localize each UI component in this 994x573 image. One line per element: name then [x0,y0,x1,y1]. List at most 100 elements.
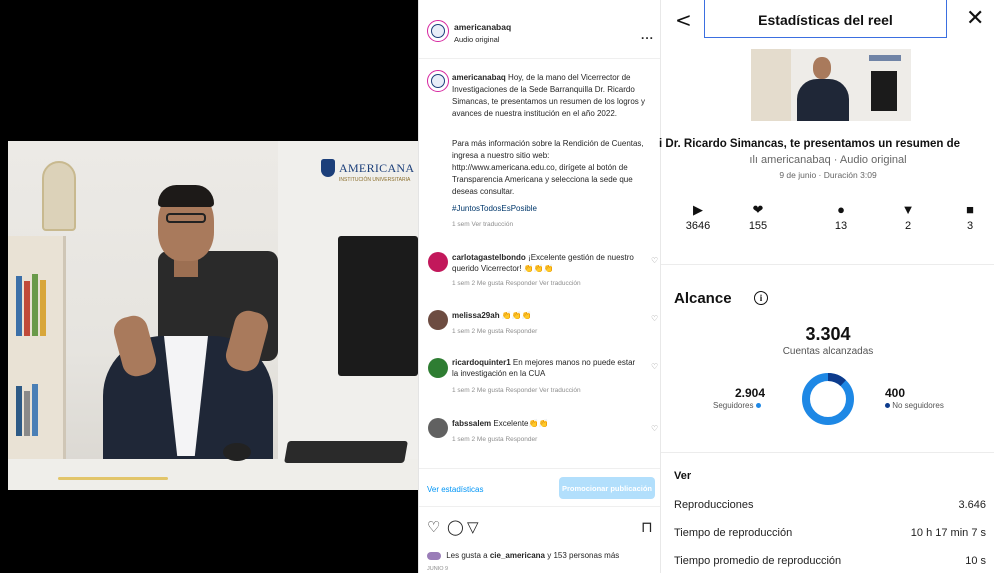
comment-icon: ● [837,202,845,217]
thumb-body [797,79,849,121]
caption-more-info: Para más información sobre la Rendición … [452,139,644,196]
comment-like-icon[interactable]: ♡ [651,256,658,265]
video-person-hair [158,185,214,207]
divider [419,506,661,507]
post-caption: americanabaq Hoy, de la mano del Vicerre… [452,72,652,120]
comment-avatar[interactable] [428,252,448,272]
reel-thumbnail[interactable] [751,49,911,121]
comment-avatar[interactable] [428,358,448,378]
stats-title: Estadísticas del reel [758,12,893,28]
divider [661,264,994,265]
book [16,276,22,336]
likes-avatars [427,551,441,560]
post-username[interactable]: americanabaq [454,22,511,32]
video-bookshelf [8,236,66,476]
brand-subtitle: INSTITUCIÓN UNIVERSITARIA [339,177,411,183]
book [24,391,30,436]
post-audio[interactable]: Audio original [454,35,499,44]
divider [419,58,661,59]
thumb-head [813,57,831,79]
metric-comments: ● 13 [811,202,871,232]
post-avatar[interactable] [427,20,449,42]
reel-stats-panel: < Estadísticas del reel ✕ i Dr. Ricardo … [659,0,994,573]
likes-suffix[interactable]: y 153 personas más [547,551,619,560]
reach-donut-chart [802,373,854,425]
comment-username[interactable]: fabssalem [452,419,491,428]
comment-icon[interactable]: ◯ [447,518,464,536]
followers-dot [755,403,761,409]
non-followers-count: 400 [885,386,906,400]
heart-icon[interactable]: ♡ [427,518,440,536]
likes-prefix: Les gusta a [446,551,488,560]
views-section-title: Ver [674,470,692,482]
metric-value: 155 [748,220,768,232]
comment-meta[interactable]: 1 sem 2 Me gusta Responder Ver traducció… [452,387,581,394]
shield-icon [321,159,335,177]
logo-icon [431,24,445,38]
metric-plays: ▶ 3646 [668,202,728,232]
video-mouse [223,443,251,461]
comment-item: carlotagastelbondo ¡Excelente gestión de… [452,252,642,274]
reel-caption: i Dr. Ricardo Simancas, te presentamos u… [659,138,961,150]
promote-post-button[interactable]: Promocionar publicación [559,477,655,499]
caption-avatar[interactable] [427,70,449,92]
video-person-glasses [166,213,206,223]
comment-item: melissa29ah 👏👏👏 [452,310,642,321]
divider [661,452,994,453]
video-desk-accent [58,477,168,480]
screenshot-root: AMERICANA INSTITUCIÓN UNIVERSITARIA amer… [0,0,994,573]
more-options-icon[interactable]: ... [641,28,654,42]
comment-meta[interactable]: 1 sem 2 Me gusta Responder Ver traducció… [452,280,581,287]
video-keyboard [284,441,408,463]
post-date: JUNIO 9 [427,566,449,572]
non-followers-legend: No seguidores [885,401,944,410]
video-brand-logo: AMERICANA [321,159,414,177]
view-stats-link[interactable]: Ver estadísticas [427,485,483,494]
instagram-post-panel: americanabaq Audio original ... american… [418,0,661,573]
video-frame[interactable]: AMERICANA INSTITUCIÓN UNIVERSITARIA [8,141,418,490]
comment-username[interactable]: ricardoquinter1 [452,358,511,367]
reach-total-label: Cuentas alcanzadas [782,346,874,357]
comment-like-icon[interactable]: ♡ [651,314,658,323]
close-icon[interactable]: ✕ [966,6,984,31]
comment-username[interactable]: melissa29ah [452,311,500,320]
likes-user[interactable]: cie_americana [490,551,545,560]
likes-summary: Les gusta a cie_americana y 153 personas… [427,551,619,560]
share-icon[interactable]: ▽ [467,518,479,536]
watch-time-row-value: 10 h 17 min 7 s [910,527,986,539]
reel-audio[interactable]: ılı americanabaq · Audio original [661,154,994,166]
metric-value: 3 [966,220,974,232]
book [24,281,30,336]
metric-shares: ▼ 2 [878,202,938,232]
metric-likes: ❤ 155 [728,202,788,232]
comment-username[interactable]: carlotagastelbondo [452,253,526,262]
heart-icon: ❤ [752,202,764,217]
comment-item: fabssalem Excelente👏👏 [452,418,642,429]
caption-meta[interactable]: 1 sem Ver traducción [452,221,513,228]
caption-username[interactable]: americanabaq [452,73,506,82]
caption-hashtag[interactable]: #JuntosTodosEsPosible [452,204,537,213]
thumb-monitor [871,71,897,111]
bookmark-icon: ■ [966,202,974,217]
comment-meta[interactable]: 1 sem 2 Me gusta Responder [452,436,537,443]
video-desk [8,459,418,490]
comment-avatar[interactable] [428,418,448,438]
video-player[interactable]: AMERICANA INSTITUCIÓN UNIVERSITARIA [0,0,418,573]
video-lamp [42,161,76,231]
plays-row-label: Reproducciones [674,499,754,511]
metric-value: 13 [834,220,848,232]
comment-avatar[interactable] [428,310,448,330]
followers-count: 2.904 [735,386,766,400]
bookmark-icon[interactable]: ⊓ [641,518,653,536]
metric-saves: ■ 3 [940,202,994,232]
comment-meta[interactable]: 1 sem 2 Me gusta Responder [452,328,537,335]
book [32,384,38,436]
comment-like-icon[interactable]: ♡ [651,424,658,433]
comment-like-icon[interactable]: ♡ [651,362,658,371]
watch-time-row-label: Tiempo de reproducción [674,527,793,539]
back-button[interactable]: < [675,8,692,32]
info-icon[interactable]: i [754,291,768,305]
book [32,274,38,336]
thumb-shelf [751,49,791,121]
reach-total: 3.304 [805,324,851,344]
